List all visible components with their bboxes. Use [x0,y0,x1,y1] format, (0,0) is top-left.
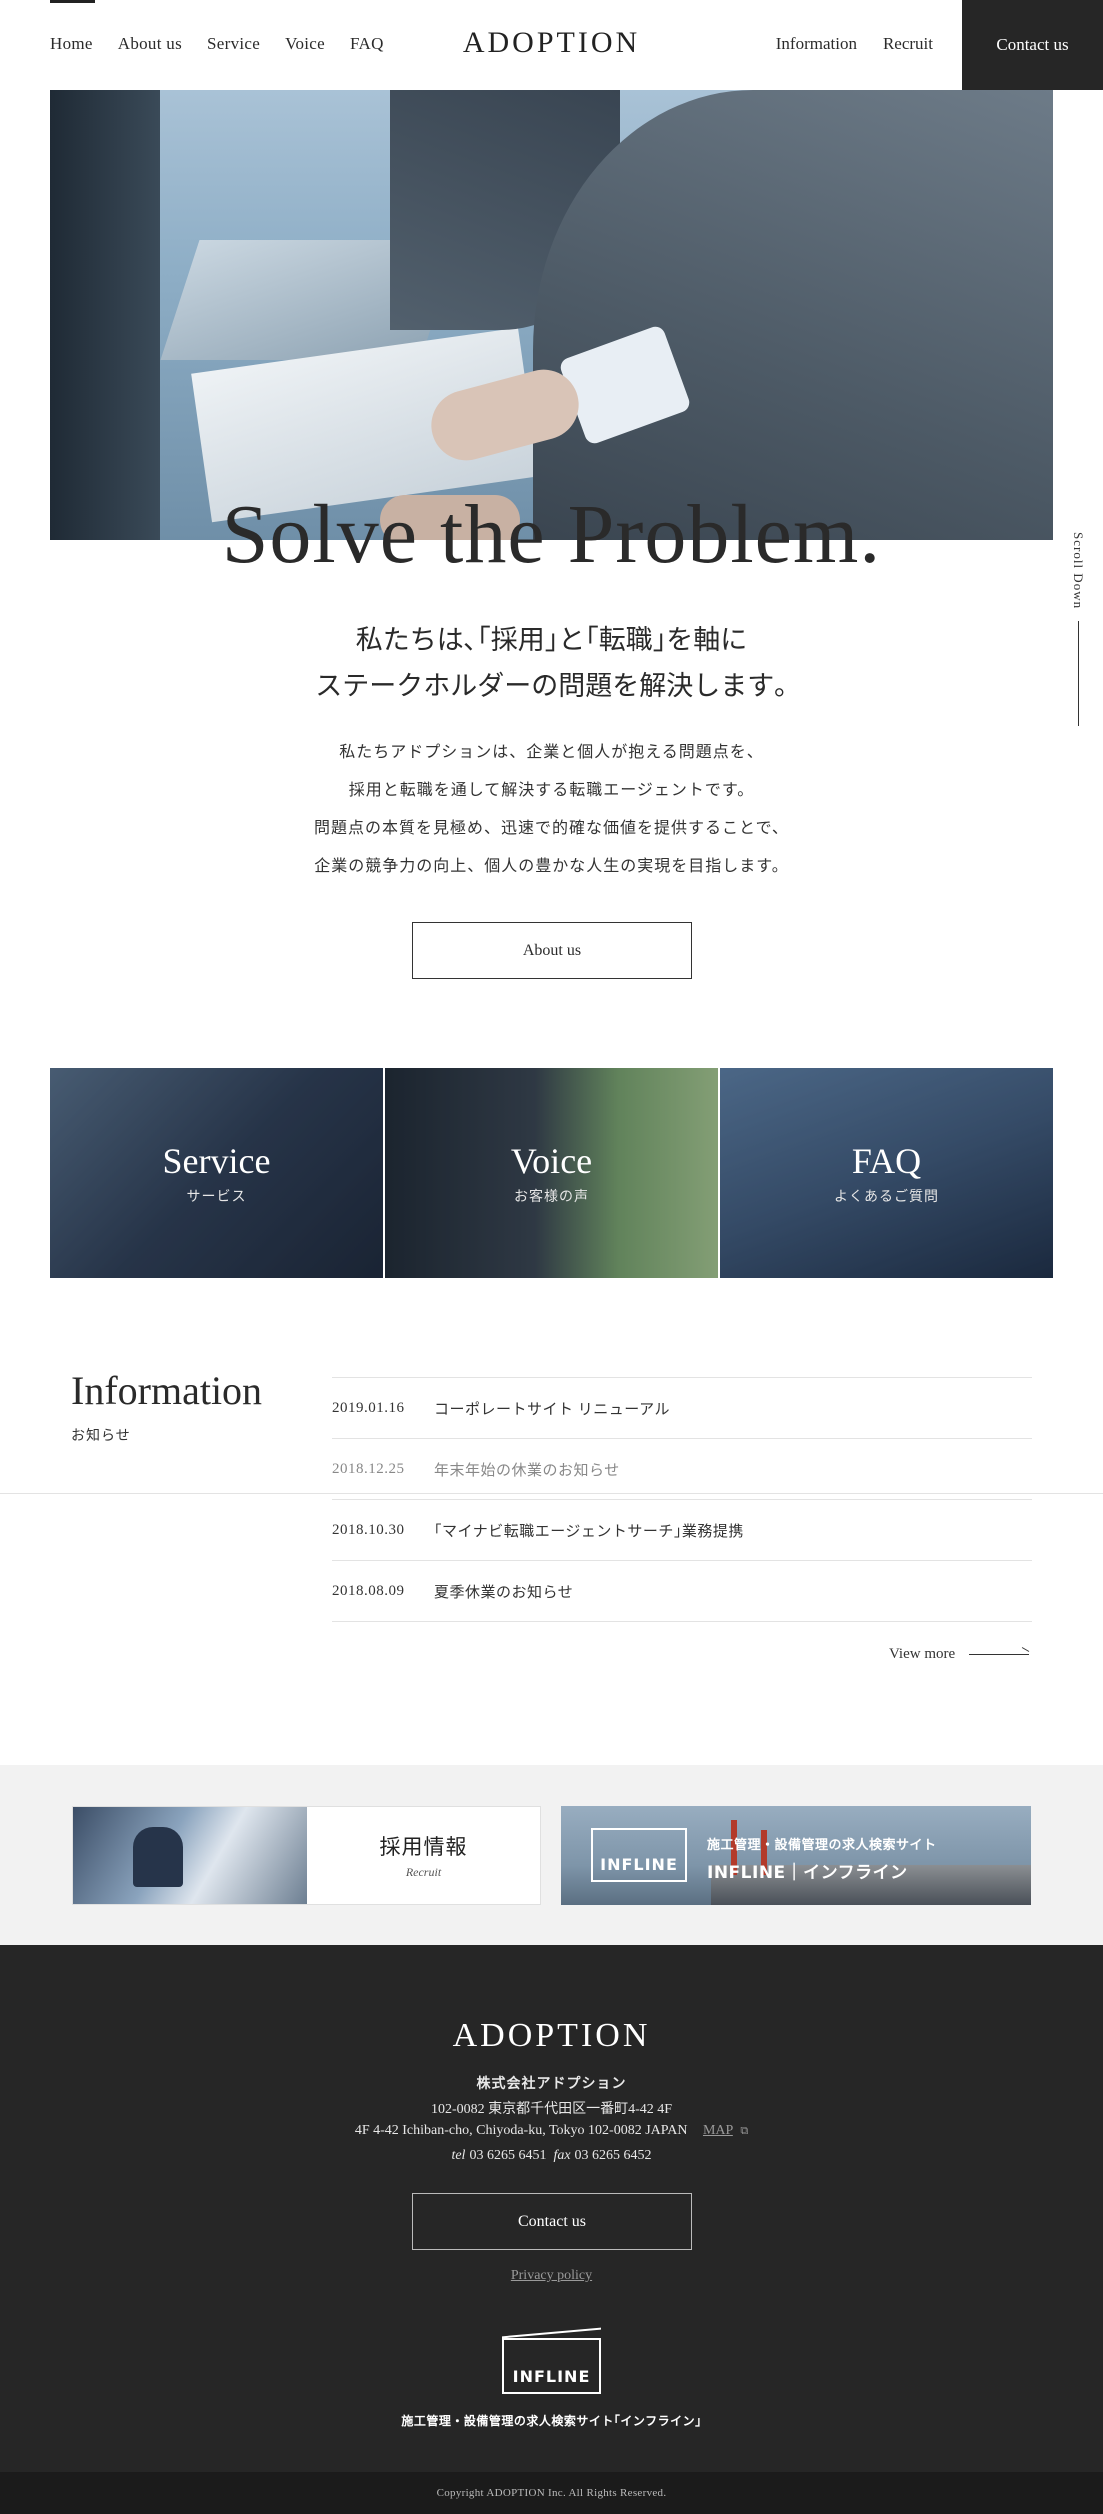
news-title: ｢マイナビ転職エージェントサーチ｣業務提携 [434,1523,744,1540]
news-date: 2018.08.09 [332,1582,405,1599]
news-item[interactable]: 2019.01.16 コーポレートサイト リニューアル [332,1378,1032,1439]
infline-logo: INFLINE [591,1828,687,1882]
nav-recruit[interactable]: Recruit [883,34,933,54]
header-contact-button[interactable]: Contact us [962,0,1103,90]
recruit-subtitle: Recruit [405,1865,442,1879]
external-link-icon: ⧉ [740,2125,749,2137]
footer-address-jp: 102-0082 東京都千代田区一番町4-42 4F [430,2102,673,2117]
tile-voice[interactable]: Voice お客様の声 [385,1068,718,1278]
news-list: 2019.01.16 コーポレートサイト リニューアル 2018.12.25 年… [332,1377,1032,1622]
tile-faq[interactable]: FAQ よくあるご質問 [720,1068,1053,1278]
privacy-policy-link[interactable]: Privacy policy [0,2268,1103,2284]
body-copy-line: 問題点の本質を見極め、迅速で的確な価値を提供することで、 [314,820,789,837]
news-item[interactable]: 2018.08.09 夏季休業のお知らせ [332,1561,1032,1622]
hero-image [50,90,1053,540]
view-more-label: View more [889,1646,956,1662]
site-logo[interactable]: ADOPTION [0,26,1103,60]
news-date: 2018.12.25 [332,1460,405,1477]
news-item[interactable]: 2018.12.25 年末年始の休業のお知らせ [332,1439,1032,1500]
service-tiles: Service サービス Voice お客様の声 FAQ よくあるご質問 [50,1068,1053,1278]
site-header: Home About us Service Voice FAQ ADOPTION… [0,0,1103,90]
hero-body-copy: 私たちアドプションは、企業と個人が抱える問題点を、 採用と転職を通して解決する転… [0,734,1103,886]
body-copy-line: 企業の競争力の向上、個人の豊かな人生の実現を目指します。 [314,858,789,875]
news-item[interactable]: 2018.10.30 ｢マイナビ転職エージェントサーチ｣業務提携 [332,1500,1032,1561]
map-link[interactable]: MAP [703,2123,733,2138]
arrow-right-icon [969,1654,1030,1655]
tile-subtitle: サービス [186,1190,247,1205]
news-title: コーポレートサイト リニューアル [434,1401,671,1418]
footer-address-en: 4F 4-42 Ichiban-cho, Chiyoda-ku, Tokyo 1… [354,2123,688,2138]
site-footer: ADOPTION 株式会社アドプション 102-0082 東京都千代田区一番町4… [0,1945,1103,2472]
infline-banner-tagline: 施工管理・設備管理の求人検索サイト [707,1838,937,1853]
fax-number: 03 6265 6452 [574,2148,652,2163]
information-title: Information [71,1368,263,1413]
hero-monitor-shape [50,90,160,540]
copyright: Copyright ADOPTION Inc. All Rights Reser… [0,2472,1103,2514]
body-copy-line: 私たちアドプションは、企業と個人が抱える問題点を、 [339,744,764,761]
infline-banner-title: INFLINE｜インフライン [707,1863,908,1883]
tile-title: Service [162,1141,271,1181]
secondary-nav: Information Recruit [776,34,933,54]
recruit-banner-text: 採用情報 Recruit [307,1807,540,1904]
recruit-title: 採用情報 [379,1835,468,1859]
tile-service[interactable]: Service サービス [50,1068,383,1278]
tile-title: Voice [510,1141,593,1181]
information-subtitle: お知らせ [71,1429,131,1444]
nav-information[interactable]: Information [776,34,857,54]
recruit-photo [73,1807,307,1904]
tile-subtitle: お客様の声 [514,1190,589,1205]
news-title: 夏季休業のお知らせ [434,1584,574,1601]
recruit-banner[interactable]: 採用情報 Recruit [72,1806,541,1905]
footer-company-name: 株式会社アドプション [476,2077,627,2092]
hero-title: Solve the Problem. [221,488,882,581]
view-more-link[interactable]: View more [889,1646,1030,1663]
tile-subtitle: よくあるご質問 [834,1190,939,1205]
news-date: 2019.01.16 [332,1399,405,1416]
hero-lead-line: ステークホルダーの問題を解決します｡ [315,671,788,701]
footer-phone: tel 03 6265 6451 fax 03 6265 6452 [0,2148,1103,2164]
hero-lead: 私たちは､｢採用｣と｢転職｣を軸に ステークホルダーの問題を解決します｡ [0,617,1103,709]
tile-title: FAQ [851,1141,922,1181]
about-us-button[interactable]: About us [412,922,692,979]
footer-contact-button[interactable]: Contact us [412,2193,692,2250]
fax-label: fax [553,2148,571,2163]
footer-infline-text: 施工管理・設備管理の求人検索サイト｢インフライン｣ [401,2414,702,2428]
hero-suit-shape-right [533,90,1053,540]
tel-label: tel [451,2148,466,2163]
scroll-down-label: Scroll Down [1071,532,1086,610]
footer-address-en-row: 4F 4-42 Ichiban-cho, Chiyoda-ku, Tokyo 1… [0,2123,1103,2139]
footer-infline-logo[interactable]: INFLINE [502,2338,601,2394]
infline-banner[interactable]: INFLINE 施工管理・設備管理の求人検索サイト INFLINE｜インフライン [561,1806,1031,1905]
tel-number: 03 6265 6451 [469,2148,547,2163]
hero-lead-line: 私たちは､｢採用｣と｢転職｣を軸に [355,625,748,655]
news-date: 2018.10.30 [332,1521,405,1538]
active-nav-indicator [50,0,95,3]
body-copy-line: 採用と転職を通して解決する転職エージェントです。 [348,782,755,799]
footer-logo[interactable]: ADOPTION [0,2017,1103,2055]
news-title: 年末年始の休業のお知らせ [434,1462,620,1479]
